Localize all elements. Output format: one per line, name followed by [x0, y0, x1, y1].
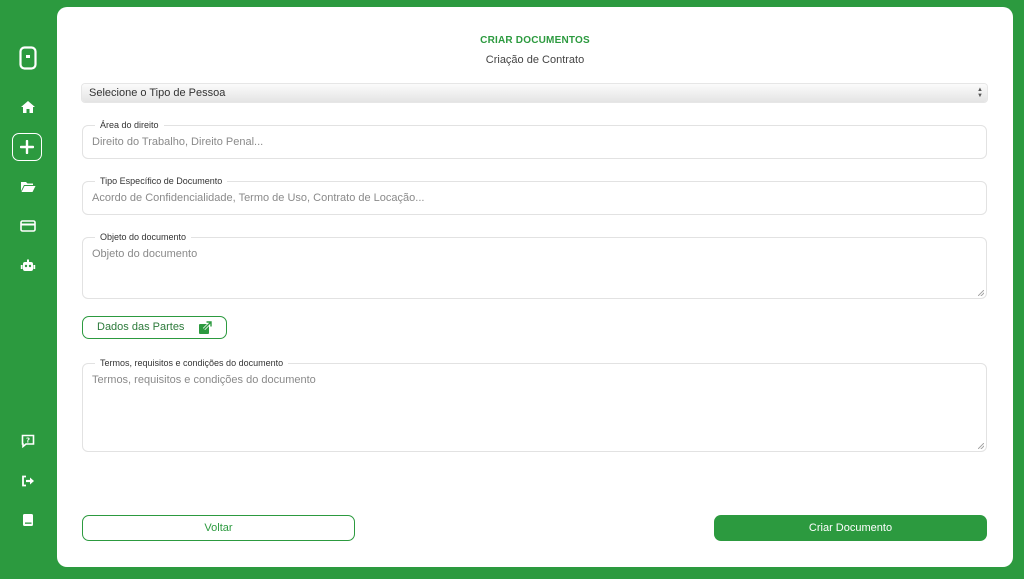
- robot-icon[interactable]: [13, 251, 43, 281]
- termos-placeholder: Termos, requisitos e condições do docume…: [92, 374, 316, 386]
- folder-open-icon[interactable]: [13, 171, 43, 201]
- area-field[interactable]: Área do direito Direito do Trabalho, Dir…: [82, 119, 987, 159]
- tipo-placeholder: Acordo de Confidencialidade, Termo de Us…: [92, 192, 425, 204]
- person-type-select-value: Selecione o Tipo de Pessoa: [89, 87, 226, 99]
- page-subtitle: Criação de Contrato: [485, 54, 585, 66]
- resize-handle-icon[interactable]: [978, 443, 984, 449]
- plus-icon[interactable]: [12, 133, 42, 161]
- objeto-placeholder: Objeto do documento: [92, 248, 198, 260]
- external-link-icon: [198, 321, 212, 340]
- back-button[interactable]: Voltar: [82, 515, 355, 541]
- termos-label: Termos, requisitos e condições do docume…: [95, 357, 289, 369]
- person-type-select[interactable]: Selecione o Tipo de Pessoa ▲ ▼: [82, 84, 987, 102]
- home-icon[interactable]: [13, 92, 43, 122]
- credit-card-icon[interactable]: [13, 211, 43, 241]
- main-panel: CRIAR DOCUMENTOS Criação de Contrato Sel…: [57, 7, 1013, 567]
- create-document-button[interactable]: Criar Documento: [714, 515, 987, 541]
- termos-field[interactable]: Termos, requisitos e condições do docume…: [82, 357, 987, 452]
- dados-partes-button[interactable]: Dados das Partes: [82, 316, 227, 339]
- dados-partes-label: Dados das Partes: [97, 321, 185, 333]
- select-arrows-icon: ▲ ▼: [977, 87, 983, 99]
- help-chat-icon[interactable]: ?: [13, 426, 43, 456]
- area-placeholder: Direito do Trabalho, Direito Penal...: [92, 136, 264, 148]
- svg-text:?: ?: [26, 437, 30, 445]
- phone-logo-icon[interactable]: [13, 43, 43, 73]
- sidebar: ?: [0, 0, 57, 579]
- area-label: Área do direito: [95, 119, 164, 131]
- tipo-label: Tipo Específico de Documento: [95, 175, 228, 187]
- objeto-label: Objeto do documento: [95, 231, 192, 243]
- resize-handle-icon[interactable]: [978, 290, 984, 296]
- book-icon[interactable]: [13, 505, 43, 535]
- logout-icon[interactable]: [13, 466, 43, 496]
- objeto-field[interactable]: Objeto do documento Objeto do documento: [82, 231, 987, 299]
- page-title: CRIAR DOCUMENTOS: [480, 35, 590, 46]
- tipo-field[interactable]: Tipo Específico de Documento Acordo de C…: [82, 175, 987, 215]
